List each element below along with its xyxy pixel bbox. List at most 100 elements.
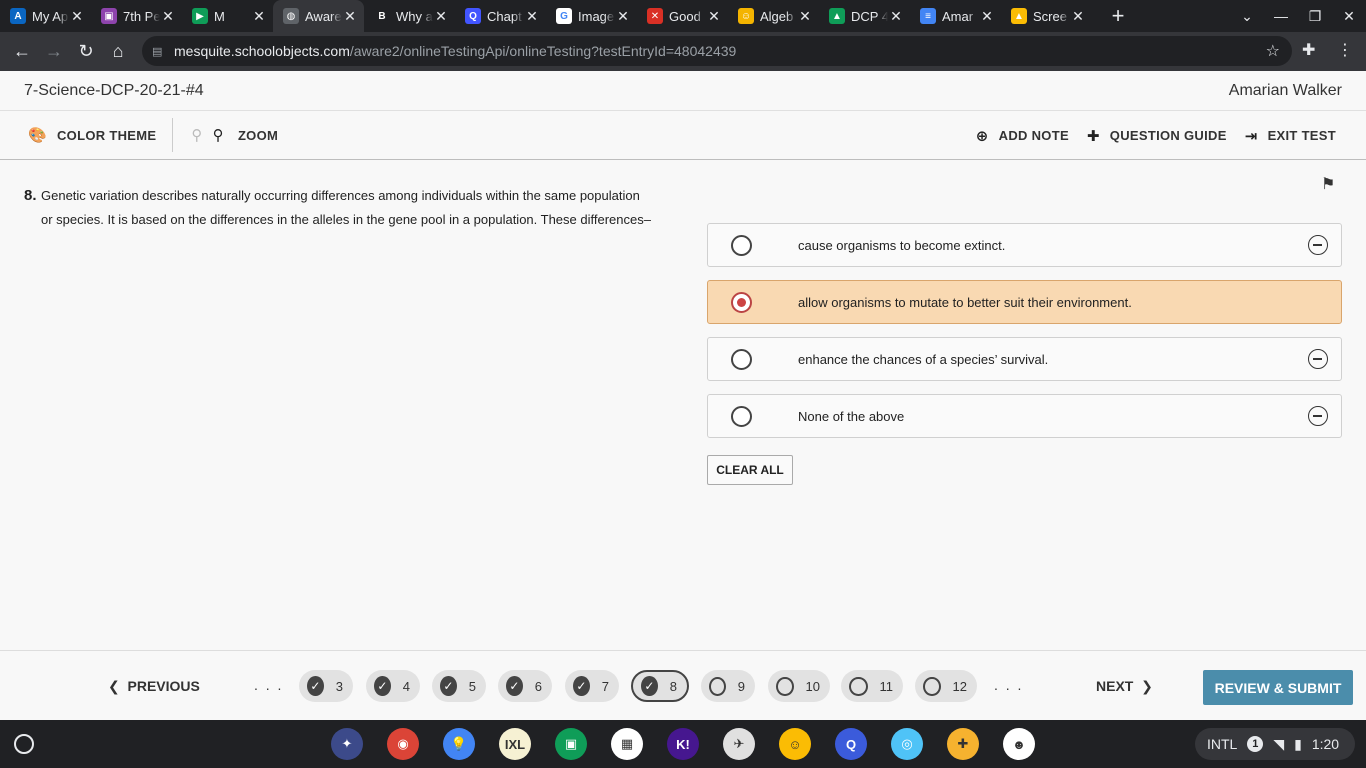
ixl-icon[interactable]: IXL [499, 728, 531, 760]
maximize-icon[interactable]: ❐ [1298, 8, 1332, 25]
strikethrough-icon[interactable] [1308, 349, 1328, 369]
new-tab-icon[interactable]: + [1106, 3, 1130, 29]
radio-selected-icon[interactable] [731, 291, 752, 313]
answer-option[interactable]: cause organisms to become extinct. [707, 223, 1342, 267]
radio-icon[interactable] [731, 348, 752, 370]
question-pill[interactable]: 9 [701, 670, 755, 702]
close-tab-icon[interactable]: ✕ [706, 8, 722, 25]
tab-title: Aware [305, 8, 342, 24]
answer-option[interactable]: allow organisms to mutate to better suit… [707, 280, 1342, 324]
flag-icon[interactable]: ⚑ [1321, 174, 1335, 194]
os-shelf: INTL 1 ◥ ▮ 1:20 ✦ ◉ 💡 IXL ▣ ▦ K! ✈ ☺ Q ◎ ✚ ☻ [0, 720, 1366, 768]
question-pill[interactable]: 12 [915, 670, 977, 702]
zoom-in-icon[interactable]: ⚲ [213, 126, 224, 144]
strikethrough-icon[interactable] [1308, 406, 1328, 426]
question-guide-button[interactable]: ✚ QUESTION GUIDE [1087, 127, 1227, 145]
battery-icon: ▮ [1294, 735, 1302, 752]
launcher-icon[interactable] [14, 734, 34, 754]
home-icon[interactable]: ⌂ [102, 41, 134, 62]
question-pill[interactable]: ✓ 5 [432, 670, 486, 702]
globe-icon: ◍ [283, 8, 299, 24]
radio-icon[interactable] [731, 405, 752, 427]
address-bar[interactable]: ▤ mesquite.schoolobjects.com/aware2/onli… [142, 36, 1292, 66]
browser-tab[interactable]: ✕ Good ✕ [637, 0, 728, 32]
close-tab-icon[interactable]: ✕ [433, 8, 449, 25]
question-pill[interactable]: ✓ 8 [631, 670, 689, 702]
more-questions-after[interactable]: . . . [994, 677, 1023, 693]
site-info-icon[interactable]: ▤ [152, 45, 164, 58]
question-pill[interactable]: ✓ 3 [299, 670, 353, 702]
answer-option[interactable]: enhance the chances of a species’ surviv… [707, 337, 1342, 381]
camera-icon[interactable]: ◎ [891, 728, 923, 760]
bookmark-star-icon[interactable]: ☆ [1266, 41, 1280, 61]
app-puzzle-icon[interactable]: ✚ [947, 728, 979, 760]
browser-tab[interactable]: ▲ DCP 4 ✕ [819, 0, 910, 32]
status-tray[interactable]: INTL 1 ◥ ▮ 1:20 [1195, 728, 1355, 760]
more-questions-before[interactable]: . . . [254, 677, 283, 693]
minimize-icon[interactable]: — [1264, 8, 1298, 24]
add-note-button[interactable]: ⊕ ADD NOTE [976, 127, 1069, 145]
close-tab-icon[interactable]: ✕ [160, 8, 176, 25]
answer-option[interactable]: None of the above [707, 394, 1342, 438]
color-theme-label: COLOR THEME [56, 127, 157, 143]
keep-icon[interactable]: 💡 [443, 728, 475, 760]
close-tab-icon[interactable]: ✕ [342, 8, 358, 25]
question-pill[interactable]: ✓ 4 [366, 670, 420, 702]
exit-test-button[interactable]: ⇥ EXIT TEST [1245, 127, 1336, 145]
browser-tab[interactable]: ▶ M ✕ [182, 0, 273, 32]
close-tab-icon[interactable]: ✕ [251, 8, 267, 25]
zoom-control: ⚲ ⚲ ZOOM [189, 126, 278, 144]
close-tab-icon[interactable]: ✕ [524, 8, 540, 25]
question-pill[interactable]: ✓ 6 [498, 670, 552, 702]
browser-tab[interactable]: G Image ✕ [546, 0, 637, 32]
qr-icon[interactable]: ▦ [611, 728, 643, 760]
chrome-menu-icon[interactable]: ⋮ [1337, 40, 1353, 60]
browser-tab[interactable]: ◍ Aware ✕ [273, 0, 364, 32]
kahoot-icon[interactable]: K! [667, 728, 699, 760]
back-icon[interactable]: ← [6, 41, 38, 62]
browser-tab[interactable]: ▣ 7th Pe ✕ [91, 0, 182, 32]
question-pill[interactable]: ✓ 7 [565, 670, 619, 702]
close-tab-icon[interactable]: ✕ [1070, 8, 1086, 25]
close-tab-icon[interactable]: ✕ [797, 8, 813, 25]
emoji-icon[interactable]: ☺ [779, 728, 811, 760]
chrome-icon[interactable]: ◉ [387, 728, 419, 760]
next-button[interactable]: NEXT ❯ [1096, 678, 1153, 695]
question-pill[interactable]: 11 [841, 670, 903, 702]
forward-icon[interactable]: → [38, 41, 70, 62]
browser-tab[interactable]: B Why a ✕ [364, 0, 455, 32]
test-name: 7-Science-DCP-20-21-#4 [24, 81, 204, 99]
browser-tab[interactable]: ≡ Amar ✕ [910, 0, 1001, 32]
clear-all-button[interactable]: CLEAR ALL [707, 455, 793, 485]
close-tab-icon[interactable]: ✕ [69, 8, 85, 25]
question-pill[interactable]: 10 [768, 670, 830, 702]
close-window-icon[interactable]: ✕ [1332, 8, 1366, 25]
exit-icon: ⇥ [1244, 127, 1258, 145]
profile-icon[interactable]: ⌄ [1230, 8, 1264, 25]
classroom-icon[interactable]: ▣ [555, 728, 587, 760]
previous-button[interactable]: ❮ PREVIOUS [108, 678, 200, 695]
quizlet-icon[interactable]: Q [835, 728, 867, 760]
color-theme-button[interactable]: 🎨 COLOR THEME [28, 126, 156, 144]
radio-icon[interactable] [731, 234, 752, 256]
question-pill-label: 7 [601, 678, 609, 694]
zoom-out-icon[interactable]: ⚲ [191, 126, 202, 144]
reload-icon[interactable]: ↻ [70, 41, 102, 62]
close-tab-icon[interactable]: ✕ [888, 8, 904, 25]
add-note-label: ADD NOTE [998, 128, 1069, 143]
browser-tab[interactable]: ▲ Scree ✕ [1001, 0, 1092, 32]
previous-label: PREVIOUS [127, 678, 200, 694]
strikethrough-icon[interactable] [1308, 235, 1328, 255]
extensions-icon[interactable]: ✚ [1302, 40, 1315, 60]
app-1-icon[interactable]: ✦ [331, 728, 363, 760]
close-tab-icon[interactable]: ✕ [979, 8, 995, 25]
browser-tab[interactable]: A My Ap ✕ [0, 0, 91, 32]
browser-tab[interactable]: ☺ Algeb ✕ [728, 0, 819, 32]
review-submit-button[interactable]: REVIEW & SUBMIT [1203, 670, 1353, 705]
troll-icon[interactable]: ☻ [1003, 728, 1035, 760]
answer-text: allow organisms to mutate to better suit… [798, 294, 1132, 310]
sky-icon[interactable]: ✈ [723, 728, 755, 760]
browser-tab[interactable]: Q Chapt ✕ [455, 0, 546, 32]
check-icon: ✓ [573, 676, 590, 696]
close-tab-icon[interactable]: ✕ [615, 8, 631, 25]
